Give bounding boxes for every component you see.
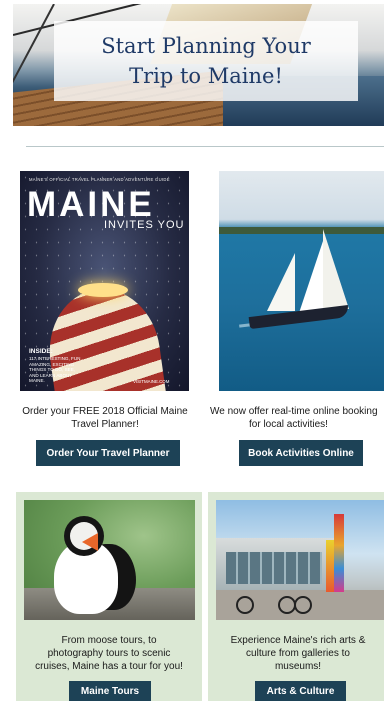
schooner-image[interactable]: [219, 171, 384, 391]
sculpture: [334, 514, 344, 592]
card-text-line: Travel Planner!: [71, 419, 139, 430]
section-divider: [26, 146, 384, 147]
boat-sail: [267, 253, 295, 311]
shoreline: [219, 227, 384, 234]
book-activities-text: We now offer real-time online booking fo…: [210, 405, 384, 431]
hero-title-line: Trip to Maine!: [129, 64, 283, 88]
sculpture: [326, 540, 334, 592]
book-activities-button[interactable]: Book Activities Online: [239, 440, 363, 466]
card-text-line: photography tours to scenic: [47, 648, 171, 659]
order-travel-planner-button[interactable]: Order Your Travel Planner: [36, 440, 180, 466]
card-text-line: Order your FREE 2018 Official Maine: [22, 406, 188, 417]
cover-url: VISITMAINE.COM: [133, 379, 170, 384]
hero-banner: Start Planning Your Trip to Maine!: [13, 4, 384, 126]
maine-tours-button[interactable]: Maine Tours: [69, 681, 151, 701]
hero-title: Start Planning Your Trip to Maine!: [101, 31, 311, 91]
travel-planner-text: Order your FREE 2018 Official Maine Trav…: [10, 405, 200, 431]
bicycle-wheel: [294, 596, 312, 614]
boat-sail: [323, 229, 349, 309]
puffin-image[interactable]: [24, 500, 195, 620]
travel-planner-cover-image[interactable]: MAINE'S OFFICIAL TRAVEL PLANNER AND ADVE…: [20, 171, 189, 391]
card-text-line: for local activities!: [249, 419, 328, 430]
hero-title-box: Start Planning Your Trip to Maine!: [54, 21, 358, 101]
card-text-line: museums!: [274, 661, 322, 672]
card-text-line: culture from galleries to: [246, 648, 350, 659]
boat-sail: [299, 241, 323, 313]
cover-kicker: MAINE'S OFFICIAL TRAVEL PLANNER AND ADVE…: [29, 177, 170, 182]
museum-windows: [226, 552, 322, 584]
bicycle-wheel: [236, 596, 254, 614]
cover-masthead: MAINE: [27, 185, 155, 224]
card-text-line: We now offer real-time online booking: [210, 406, 378, 417]
card-text-line: Experience Maine's rich arts &: [230, 635, 366, 646]
puffin-beak: [82, 533, 98, 551]
arts-culture-button[interactable]: Arts & Culture: [255, 681, 346, 701]
card-text-line: cruises, Maine has a tour for you!: [35, 661, 183, 672]
cover-inside-text: 117 INTERESTING, FUN, AMAZING, EXCITING …: [29, 356, 82, 384]
cover-inside-heading: INSIDE:: [29, 348, 53, 355]
lighthouse-lamp: [78, 283, 128, 297]
cover-subhead: INVITES YOU: [104, 219, 185, 231]
hero-title-line: Start Planning Your: [101, 34, 311, 58]
tours-text: From moose tours, to photography tours t…: [20, 634, 198, 673]
arts-text: Experience Maine's rich arts & culture f…: [212, 634, 384, 673]
museum-image[interactable]: [216, 500, 384, 620]
card-text-line: From moose tours, to: [61, 635, 157, 646]
